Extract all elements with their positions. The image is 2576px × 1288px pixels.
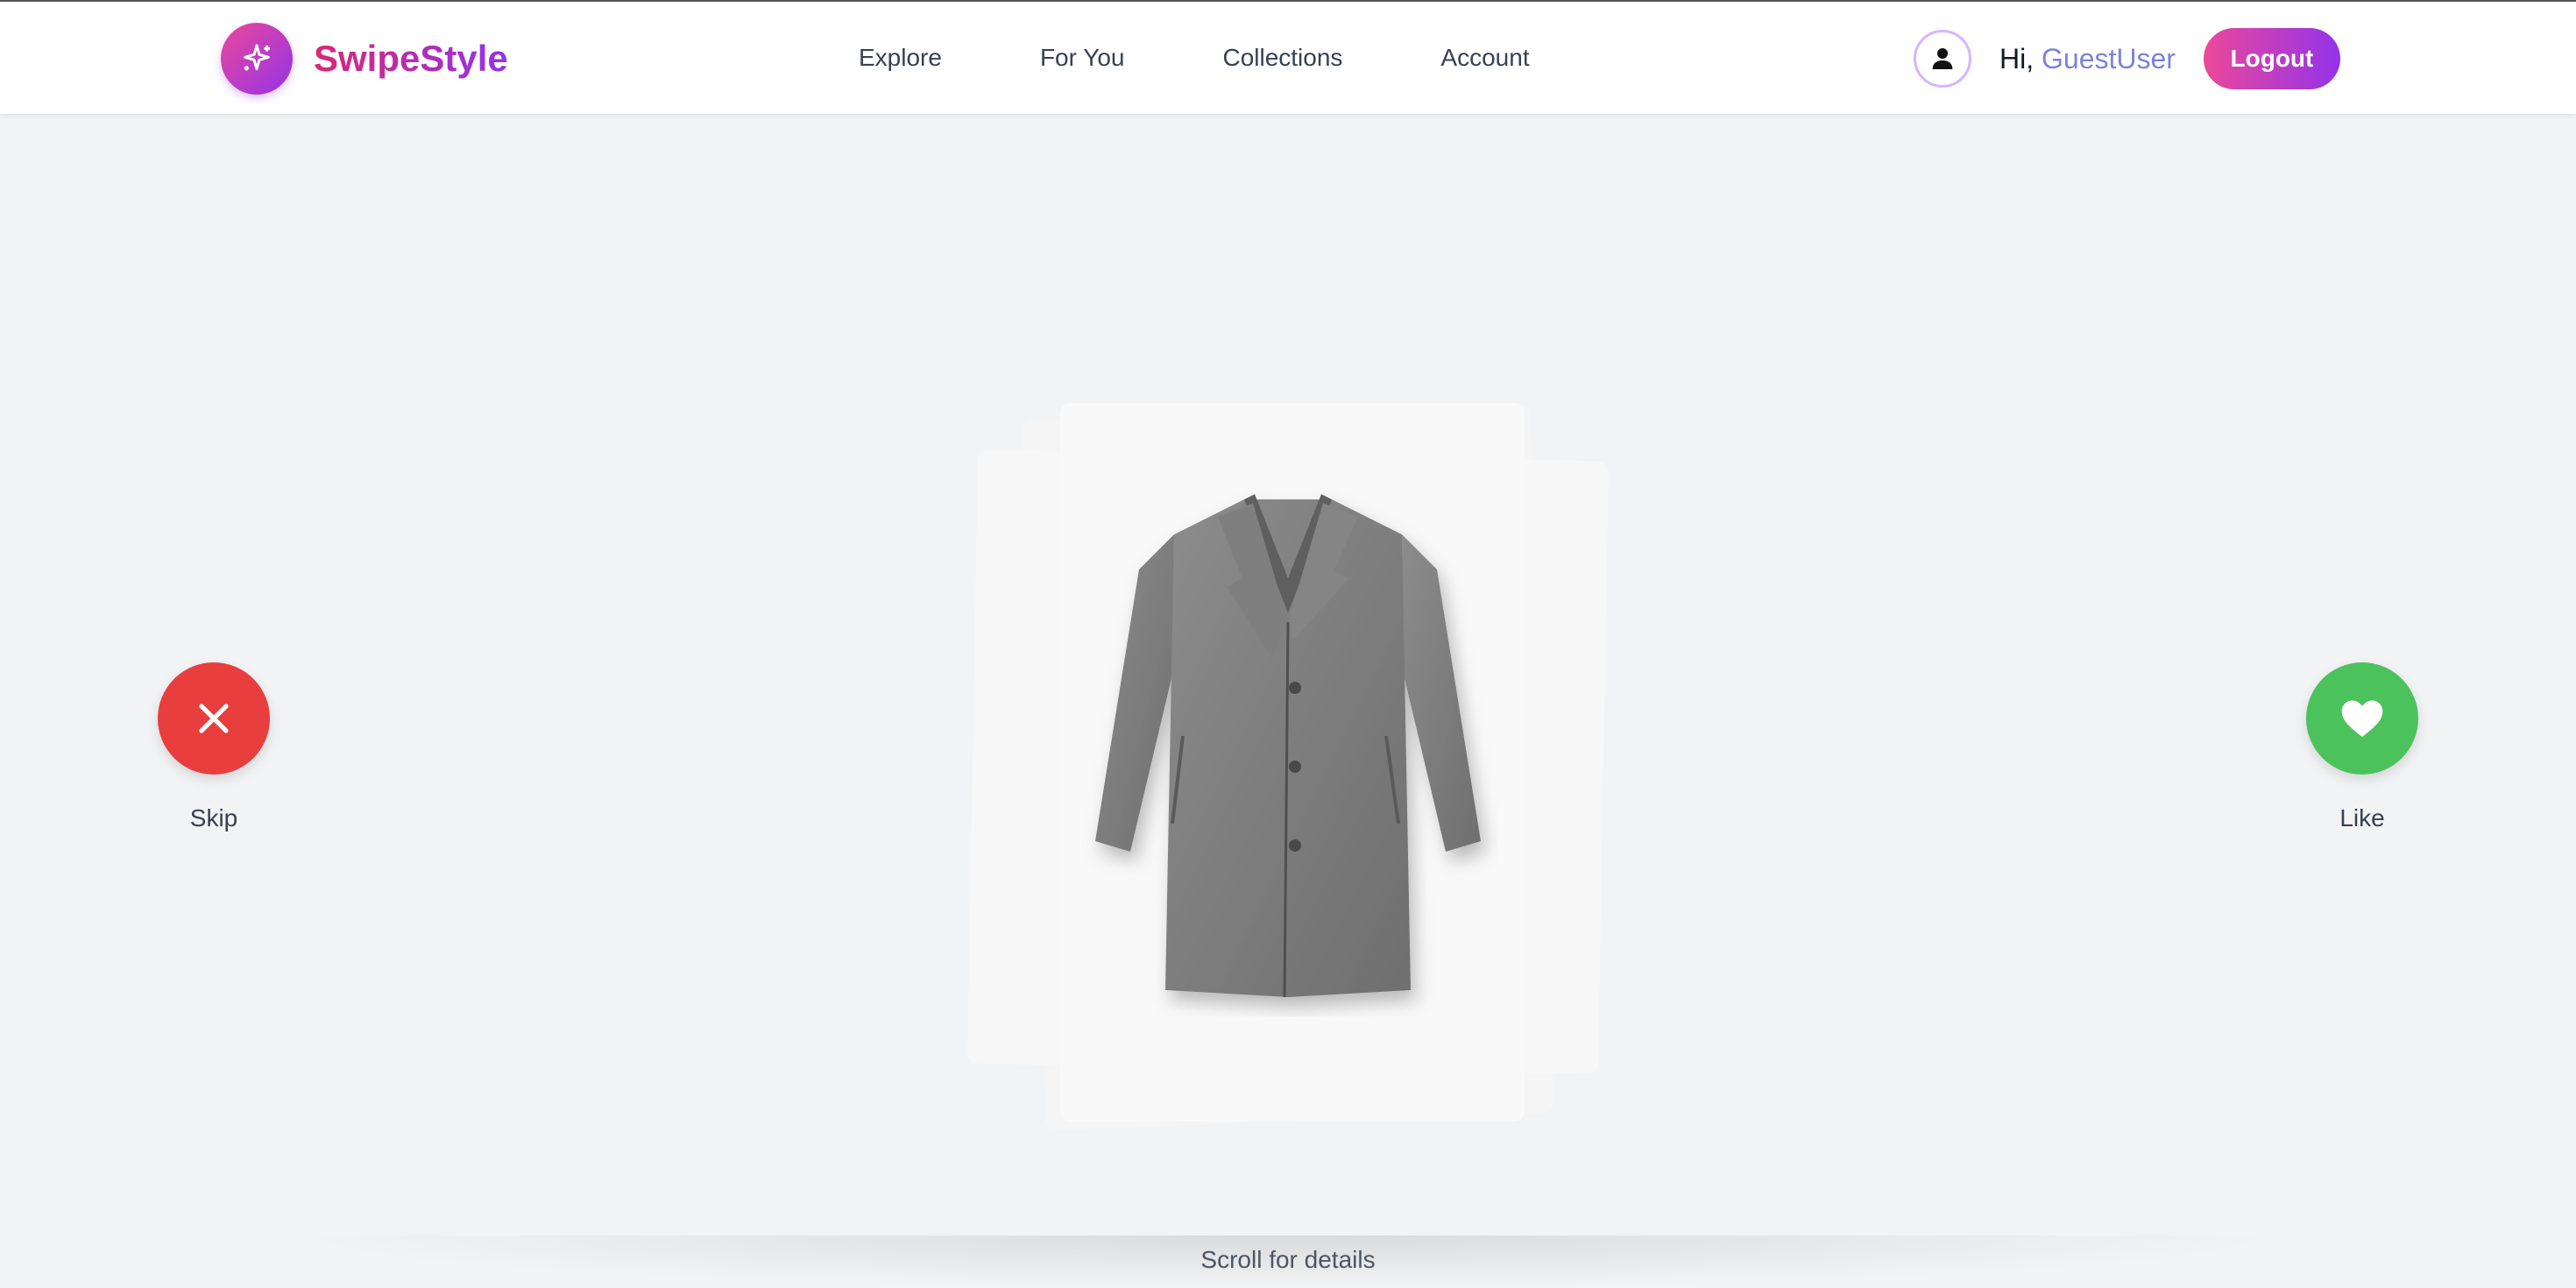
nav-for-you[interactable]: For You — [1040, 40, 1125, 75]
scroll-hint[interactable]: Scroll for details — [1113, 1246, 1463, 1274]
nav-account[interactable]: Account — [1440, 40, 1529, 75]
logout-button[interactable]: Logout — [2203, 28, 2340, 89]
skip-button[interactable] — [158, 662, 270, 775]
like-button[interactable] — [2306, 662, 2418, 775]
nav-explore[interactable]: Explore — [859, 40, 942, 75]
product-card-stack[interactable] — [966, 403, 1610, 1139]
username: GuestUser — [2042, 42, 2176, 74]
sparkles-icon — [221, 23, 293, 95]
user-greeting: Hi, GuestUser — [1999, 43, 2176, 75]
user-icon[interactable] — [1914, 30, 1971, 88]
skip-label: Skip — [189, 804, 238, 832]
brand-logo[interactable]: SwipeStyle — [221, 23, 508, 95]
nav-collections[interactable]: Collections — [1222, 40, 1342, 75]
user-area: Hi, GuestUser Logout — [1914, 28, 2340, 89]
main-nav: Explore For You Collections Account — [859, 40, 1628, 75]
heart-icon — [2341, 700, 2383, 737]
like-label: Like — [2339, 804, 2385, 832]
greeting-prefix: Hi, — [1999, 42, 2035, 74]
top-navbar: SwipeStyle Explore For You Collections A… — [0, 2, 2576, 114]
product-image-coat — [1095, 494, 1481, 998]
close-icon — [199, 704, 229, 733]
brand-name: SwipeStyle — [314, 38, 508, 79]
